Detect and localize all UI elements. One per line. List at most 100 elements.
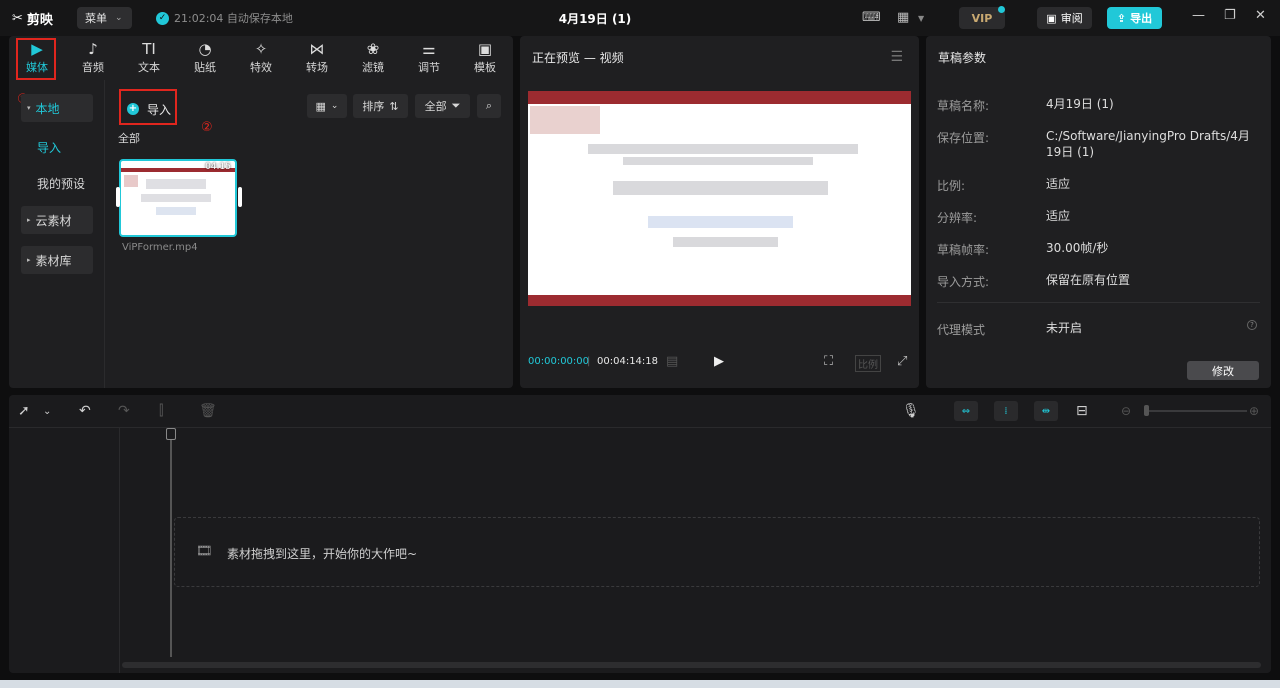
search-button[interactable]: ⌕ (477, 94, 501, 118)
linkage-icon[interactable]: ⇹ (1034, 401, 1058, 421)
properties-title: 草稿参数 (938, 51, 987, 65)
layout-icon[interactable]: ▦ (897, 10, 909, 25)
prop-label-import-mode: 导入方式: (937, 275, 990, 289)
redo-icon[interactable]: ↷ (118, 403, 130, 419)
sort-icon: ⇅ (389, 99, 399, 113)
thumbnail-right-handle[interactable] (238, 187, 242, 207)
tab-sticker[interactable]: ◔ 贴纸 (177, 36, 233, 80)
auto-snap-icon[interactable]: ⁞ (994, 401, 1018, 421)
prop-label-framerate: 草稿帧率: (937, 243, 990, 257)
prop-value-framerate: 30.00帧/秒 (1046, 241, 1109, 255)
microphone-icon[interactable]: 🎙 (902, 403, 920, 419)
chevron-down-icon[interactable]: ⌄ (43, 406, 51, 417)
layout-dropdown-icon[interactable]: ▼ (918, 14, 924, 23)
expand-icon[interactable]: ⤢ (897, 354, 907, 369)
timecode-grid-icon[interactable]: ▤ (666, 354, 678, 369)
tab-text[interactable]: TI 文本 (121, 36, 177, 80)
prop-label-proxy: 代理模式 (937, 323, 986, 337)
tab-filter[interactable]: ❀ 滤镜 (345, 36, 401, 80)
split-icon[interactable]: ⫿ (159, 403, 163, 419)
select-cursor-icon[interactable]: ➚ (18, 403, 30, 419)
main-track-magnet-icon[interactable]: ⇔ (954, 401, 978, 421)
autosave-status: ✓ 21:02:04 自动保存本地 (156, 10, 293, 26)
tab-effects[interactable]: ✧ 特效 (233, 36, 289, 80)
tab-adjust[interactable]: ⚌ 调节 (401, 36, 457, 80)
prop-value-import-mode: 保留在原有位置 (1046, 273, 1131, 287)
thumbnail-blur-block (141, 194, 211, 202)
sidebar-item-local[interactable]: ▾ 本地 (21, 94, 93, 122)
capcut-logo-icon: ✂ (12, 11, 23, 26)
export-icon: ⇪ (1116, 11, 1127, 25)
media-thumbnail[interactable]: 04:15 (119, 159, 237, 237)
view-mode-button[interactable]: ▦ ⌄ (307, 94, 347, 118)
template-icon: ▣ (477, 40, 493, 58)
zoom-slider-track[interactable] (1147, 410, 1247, 412)
caret-down-icon: ▾ (27, 104, 31, 112)
chevron-down-icon: ⌄ (330, 101, 339, 111)
sidebar-item-cloud[interactable]: ▸ 云素材 (21, 206, 93, 234)
prop-value-name: 4月19日 (1) (1046, 97, 1114, 111)
app-logo: ✂ 剪映 (12, 11, 53, 28)
menu-icon[interactable]: ☰ (890, 49, 903, 65)
preview-axis-icon[interactable]: ⊟ (1076, 403, 1088, 419)
filter-icon: ❀ (366, 40, 380, 58)
playhead-handle[interactable] (166, 428, 176, 440)
prop-value-proxy: 未开启 (1046, 321, 1083, 335)
keyboard-shortcut-icon[interactable]: ⌨ (862, 10, 881, 25)
zoom-slider-knob[interactable] (1144, 405, 1149, 416)
film-strip-icon: 🎞 (196, 544, 213, 559)
track-header-column (9, 428, 120, 673)
video-red-bar-bottom (528, 295, 911, 306)
timeline-horizontal-scrollbar[interactable] (122, 662, 1261, 668)
audio-icon: ♪ (88, 40, 98, 58)
export-button[interactable]: ⇪ 导出 (1107, 7, 1162, 29)
tab-audio[interactable]: ♪ 音频 (65, 36, 121, 80)
modify-button[interactable]: 修改 (1187, 361, 1259, 380)
all-filter-button[interactable]: 全部 ⏷ (415, 94, 470, 118)
timeline-panel: ➚ ⌄ ↶ ↷ ⫿ 🗑 🎙 ⇔ ⁞ ⇹ ⊟ ⊖ ⊕ 🎞 素材拖拽到这里，开始你的… (9, 395, 1271, 673)
media-sidebar: ▾ 本地 导入 我的预设 ▸ 云素材 ▸ 素材库 (9, 80, 105, 388)
filter-funnel-icon: ⏷ (451, 99, 461, 112)
play-icon[interactable]: ▶ (714, 354, 724, 369)
video-blur-block (673, 237, 778, 247)
video-blur-block (588, 144, 858, 154)
sort-button[interactable]: 排序 ⇅ (353, 94, 408, 118)
check-circle-icon: ✓ (156, 11, 169, 25)
media-filter-label: 全部 (118, 132, 140, 145)
annotation-number-2: ② (201, 120, 213, 135)
prop-label-name: 草稿名称: (937, 99, 990, 113)
video-blur-block (530, 106, 600, 134)
divider (937, 302, 1260, 303)
thumbnail-blur-block (146, 179, 206, 189)
sidebar-item-my-presets[interactable]: 我的预设 (37, 175, 85, 192)
thumbnail-left-handle[interactable] (116, 187, 120, 207)
undo-icon[interactable]: ↶ (79, 403, 91, 419)
restore-icon[interactable]: ❐ (1224, 8, 1236, 23)
adjust-icon: ⚌ (422, 40, 436, 58)
prop-value-location: C:/Software/JianyingPro Drafts/4月19日 (1) (1046, 129, 1250, 159)
text-icon: TI (142, 40, 156, 58)
media-duration: 04:15 (205, 162, 231, 172)
close-icon[interactable]: ✕ (1255, 8, 1266, 23)
document-title: 4月19日 (1) (558, 12, 632, 26)
menu-button[interactable]: 菜单 ⌄ (77, 7, 132, 29)
aspect-ratio-button[interactable]: 比例 (855, 355, 881, 372)
tab-template[interactable]: ▣ 模板 (457, 36, 513, 80)
thumbnail-blur-block (156, 207, 196, 215)
help-icon[interactable]: ? (1247, 320, 1257, 330)
fullscreen-crop-icon[interactable]: ⛶ (824, 354, 833, 369)
caret-right-icon: ▸ (27, 256, 31, 264)
minimize-icon[interactable]: — (1192, 8, 1205, 23)
sidebar-item-import[interactable]: 导入 (37, 139, 61, 156)
prop-value-ratio: 适应 (1046, 177, 1071, 191)
playhead-line[interactable] (170, 431, 172, 657)
delete-icon[interactable]: 🗑 (199, 403, 217, 419)
effects-icon: ✧ (254, 40, 268, 58)
tab-transition[interactable]: ⋈ 转场 (289, 36, 345, 80)
zoom-in-icon[interactable]: ⊕ (1249, 404, 1259, 418)
zoom-out-icon[interactable]: ⊖ (1121, 404, 1131, 418)
sticker-icon: ◔ (198, 40, 212, 58)
review-button[interactable]: ▣ 审阅 (1037, 7, 1092, 29)
video-preview (528, 91, 911, 306)
sidebar-item-library[interactable]: ▸ 素材库 (21, 246, 93, 274)
